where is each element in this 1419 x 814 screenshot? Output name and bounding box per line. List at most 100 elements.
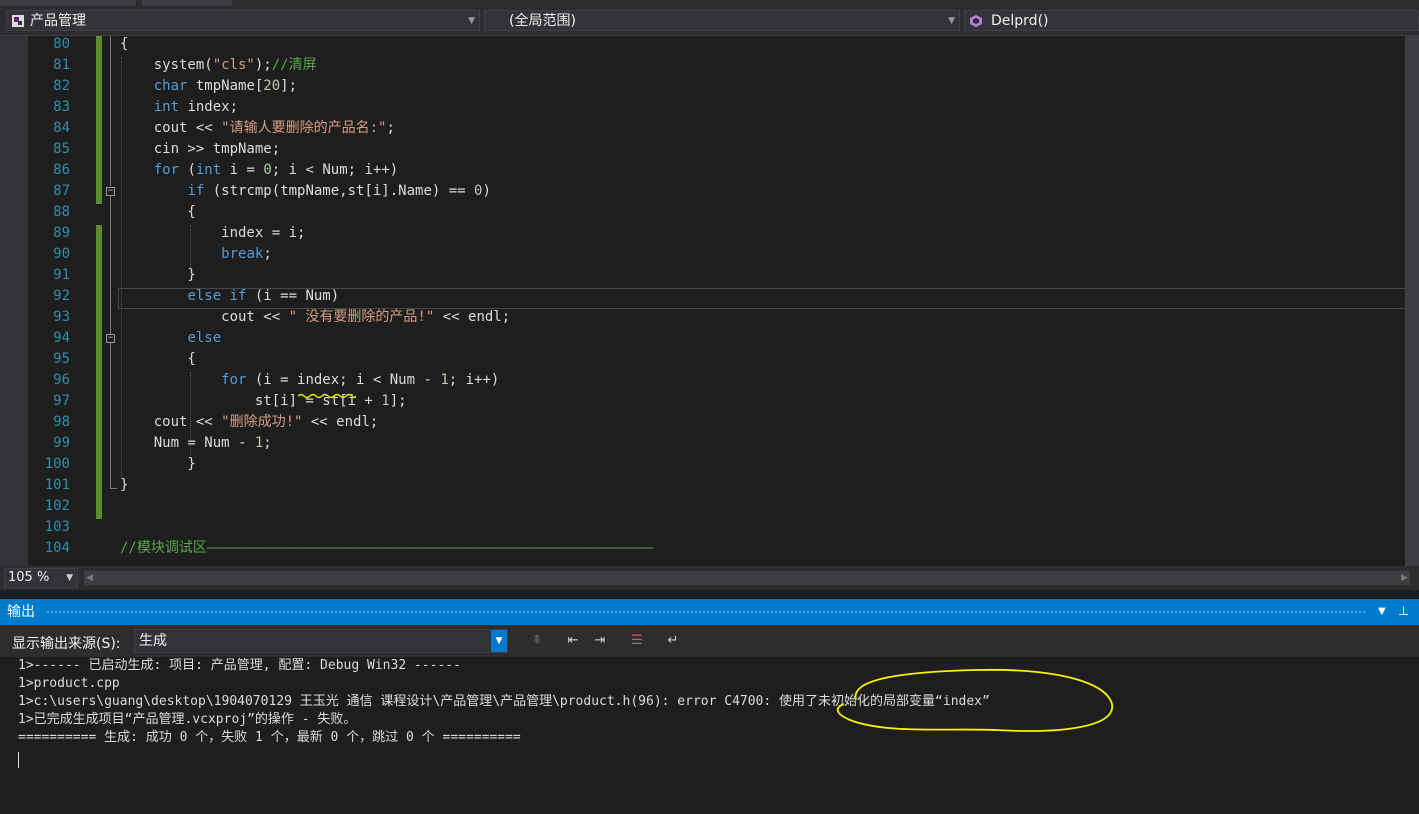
code-line[interactable]: { [120,349,195,370]
line-number: 102 [44,498,70,514]
code-line[interactable]: Num = Num - 1; [120,433,272,454]
code-line[interactable]: for (i = index; i < Num - 1; i++) [120,370,499,391]
code-line[interactable]: if (strcmp(tmpName,st[i].Name) == 0) [120,181,490,202]
code-line[interactable]: { [120,202,195,223]
code-line[interactable]: cout << "请输人要删除的产品名:"; [120,118,395,139]
code-line[interactable]: for (int i = 0; i < Num; i++) [120,160,398,181]
output-panel-title[interactable]: 输出 ▼ ⊥ [0,599,1419,625]
collapse-icon[interactable]: − [106,334,115,343]
code-line[interactable]: st[i] = st[i + 1]; [120,391,407,412]
code-token: " 没有要删除的产品!" [288,309,435,325]
vertical-scrollbar[interactable] [1405,36,1419,566]
project-combo[interactable]: 产品管理 ▼ [6,10,480,31]
scroll-right-icon[interactable]: ▶ [1401,571,1408,585]
code-line[interactable]: char tmpName[20]; [120,76,297,97]
chevron-down-icon: ▼ [948,16,955,26]
line-number: 86 [53,162,70,178]
code-token: 1 [381,393,390,409]
next-message-icon[interactable]: ⇥ [590,631,610,651]
code-token: } [120,456,196,472]
line-number: 95 [53,351,70,367]
code-token: break [221,246,264,262]
code-token: for [153,162,180,178]
chevron-down-icon[interactable]: ▼ [491,630,507,652]
scroll-left-icon[interactable]: ◀ [86,571,93,585]
title-grip [46,610,1366,614]
line-number: 94 [53,330,70,346]
code-token: int [153,99,180,115]
code-token: } [120,477,129,493]
line-number: 104 [44,540,70,556]
code-token: (i = index; i < Num - [246,372,441,388]
code-token: 20 [263,78,281,94]
change-marker [96,225,102,519]
project-icon [12,15,24,27]
code-token: system( [120,57,213,73]
code-line[interactable]: int index; [120,97,238,118]
horizontal-scrollbar[interactable]: ◀ ▶ [84,571,1410,585]
code-token: << endl; [434,309,511,325]
project-combo-label: 产品管理 [30,13,86,29]
code-token: ; [386,120,395,136]
line-number: 89 [53,225,70,241]
code-token: int [195,162,222,178]
zoom-combo[interactable]: 105 % ▼ [4,568,78,588]
output-line: 1>已完成生成项目“产品管理.vcxproj”的操作 - 失败。 [18,712,357,727]
code-line[interactable]: cin >> tmpName; [120,139,280,160]
code-token: index = i; [120,225,306,241]
code-line[interactable]: } [120,454,196,475]
code-token: tmpName[ [187,78,264,94]
code-line[interactable]: } [120,475,128,496]
line-number: 80 [53,36,70,52]
code-token: if [187,183,205,199]
code-line[interactable]: else [120,328,221,349]
line-number: 82 [53,78,70,94]
pin-icon[interactable]: ⊥ [1398,599,1409,625]
function-combo[interactable]: Delprd() [964,10,1419,31]
output-text-area[interactable]: 1>------ 已启动生成: 项目: 产品管理, 配置: Debug Win3… [0,657,1419,814]
line-number: 93 [53,309,70,325]
code-token: { [120,36,129,52]
output-source-value: 生成 [139,633,167,649]
editor-status-bar: 105 % ▼ ◀ ▶ [0,566,1419,590]
line-number: 81 [53,57,70,73]
code-token: else [187,288,222,304]
code-editor[interactable]: 80 81 82 83 84 85 86 87 88 89 90 91 92 93 94 95 96 97 98 99… [0,36,1419,566]
collapse-icon[interactable]: − [106,187,115,196]
code-line[interactable]: cout << "删除成功!" << endl; [120,412,379,433]
code-line[interactable]: { [120,36,128,55]
line-number: 97 [53,393,70,409]
code-token: cin >> tmpName; [120,141,281,157]
previous-message-icon[interactable]: ⇤ [563,631,583,651]
scope-combo[interactable]: (全局范围) ▼ [484,10,960,31]
word-wrap-icon[interactable]: ↵ [663,631,683,651]
code-token: for [221,372,247,388]
output-source-select[interactable]: 生成 ▼ [134,629,508,653]
output-toolbar: 显示输出来源(S): 生成 ▼ ⇞ ⇤ ⇥ ☰ ↵ [0,625,1419,657]
line-number: 91 [53,267,70,283]
code-line[interactable]: } [120,265,195,286]
code-line[interactable]: break; [120,244,272,265]
code-line[interactable]: cout << " 没有要删除的产品!" << endl; [120,307,510,328]
code-line[interactable]: system("cls");//清屏 [120,55,317,76]
line-number: 92 [53,288,70,304]
go-to-location-icon[interactable]: ⇞ [527,631,547,651]
line-number: 98 [53,414,70,430]
code-token: i = [221,162,264,178]
code-token: "cls" [212,57,255,73]
code-token: "删除成功!" [221,414,303,430]
code-line[interactable]: index = i; [120,223,305,244]
line-number: 99 [53,435,70,451]
zoom-level: 105 % [8,570,50,585]
code-line[interactable]: //模块调试区—————————————————————————————————… [120,538,654,559]
code-token: ]; [389,393,407,409]
panel-menu-icon[interactable]: ▼ [1378,599,1386,625]
code-line[interactable]: else if (i == Num) [120,286,339,307]
clear-all-icon[interactable]: ☰ [627,631,647,651]
